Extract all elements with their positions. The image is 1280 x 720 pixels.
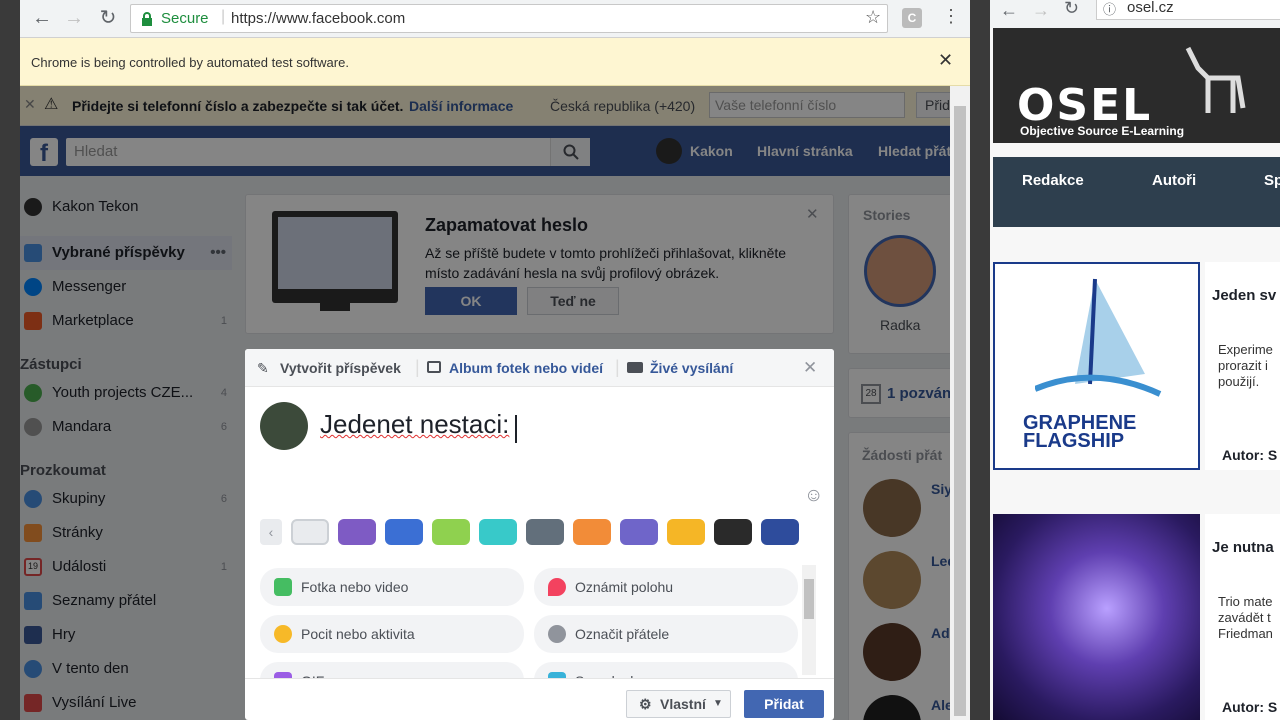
tab-create-post[interactable]: Vytvořit příspěvek bbox=[280, 360, 401, 376]
automation-infobar: Chrome is being controlled by automated … bbox=[20, 38, 970, 86]
post-composer: ✎ Vytvořit příspěvek | Album fotek nebo … bbox=[245, 349, 834, 720]
reload-icon[interactable]: ↻ bbox=[96, 6, 120, 30]
osel-banner: OSEL Objective Source E-Learning bbox=[993, 28, 1280, 143]
extension-icon[interactable]: C bbox=[902, 8, 922, 28]
nav-more[interactable]: Sp bbox=[1264, 172, 1280, 189]
article-card: Jeden sv Experime prorazit i použijí. Au… bbox=[1205, 262, 1280, 470]
close-composer-icon[interactable]: ✕ bbox=[803, 358, 817, 378]
background-swatch[interactable] bbox=[667, 519, 705, 545]
pencil-icon: ✎ bbox=[257, 360, 269, 376]
osel-nav: Redakce Autoři Sp bbox=[993, 157, 1280, 227]
gif-option[interactable]: GIF bbox=[260, 662, 524, 678]
info-icon: ⓘ bbox=[1103, 2, 1117, 17]
background-swatch[interactable] bbox=[761, 519, 799, 545]
avatar bbox=[260, 402, 308, 450]
nav-autori[interactable]: Autoři bbox=[1152, 172, 1196, 189]
address-bar-osel[interactable]: ⓘ osel.cz bbox=[1096, 0, 1280, 20]
emoji-icon[interactable]: ☺ bbox=[804, 485, 823, 507]
chevron-down-icon: ▼ bbox=[713, 698, 723, 709]
reload-icon[interactable]: ↻ bbox=[1064, 0, 1079, 19]
automation-message: Chrome is being controlled by automated … bbox=[31, 55, 349, 70]
graphene-caption: GRAPHENE FLAGSHIP bbox=[1023, 412, 1137, 452]
menu-icon[interactable]: ⋮ bbox=[942, 6, 960, 27]
sticker-option[interactable]: Samolepka bbox=[534, 662, 798, 678]
address-bar[interactable]: Secure | https://www.facebook.com ☆ bbox=[130, 4, 888, 33]
background-swatch[interactable] bbox=[620, 519, 658, 545]
composer-tabs: ✎ Vytvořit příspěvek | Album fotek nebo … bbox=[245, 349, 834, 387]
article-title[interactable]: Je nutna bbox=[1212, 539, 1274, 556]
osel-subtitle: Objective Source E-Learning bbox=[1020, 124, 1185, 138]
article-title[interactable]: Jeden sv bbox=[1212, 287, 1276, 304]
album-icon bbox=[427, 361, 441, 373]
background-swatch[interactable] bbox=[573, 519, 611, 545]
back-icon[interactable]: ← bbox=[1000, 0, 1018, 21]
nav-redakce[interactable]: Redakce bbox=[1022, 172, 1084, 189]
facebook-page: ✕ ⚠ Přidejte si telefonní číslo a zabezp… bbox=[20, 86, 970, 720]
chrome-window-facebook: ← → ↻ Secure | https://www.facebook.com … bbox=[20, 0, 970, 720]
page-scrollbar[interactable] bbox=[950, 86, 970, 720]
chrome-toolbar: ← → ↻ Secure | https://www.facebook.com … bbox=[20, 0, 970, 38]
gear-icon: ⚙ bbox=[639, 696, 652, 712]
donkey-logo-icon bbox=[1185, 46, 1246, 113]
post-text-input[interactable]: Jedenet nestaci: bbox=[320, 409, 800, 445]
article-image[interactable]: GRAPHENE FLAGSHIP bbox=[993, 262, 1200, 470]
options-scrollbar[interactable] bbox=[802, 565, 816, 675]
background-swatch[interactable] bbox=[291, 519, 329, 545]
url-text: osel.cz bbox=[1127, 0, 1174, 16]
article-card: Je nutna Trio mate zavádět t Friedman Au… bbox=[1205, 514, 1280, 720]
osel-page: OSEL Objective Source E-Learning Redakce… bbox=[990, 28, 1280, 720]
tab-photo-album[interactable]: Album fotek nebo videí bbox=[449, 360, 603, 376]
forward-icon[interactable]: → bbox=[1032, 0, 1050, 21]
chrome-window-osel: ← → ↻ ⓘ osel.cz OSEL Objective Source E-… bbox=[990, 0, 1280, 720]
url-text[interactable]: https://www.facebook.com bbox=[231, 10, 405, 27]
forward-icon[interactable]: → bbox=[62, 6, 86, 30]
background-swatch[interactable] bbox=[714, 519, 752, 545]
article-author: Autor: S bbox=[1222, 699, 1278, 715]
star-icon[interactable]: ☆ bbox=[865, 7, 881, 28]
chevron-left-icon[interactable]: ‹ bbox=[260, 519, 282, 545]
article-text: Experime prorazit i použijí. bbox=[1218, 342, 1273, 389]
article-author: Autor: S bbox=[1222, 447, 1278, 463]
background-swatch[interactable] bbox=[385, 519, 423, 545]
background-swatch[interactable] bbox=[338, 519, 376, 545]
separator: | bbox=[221, 8, 226, 25]
article-text: Trio mate zavádět t Friedman bbox=[1218, 594, 1273, 641]
feeling-option[interactable]: Pocit nebo aktivita bbox=[260, 615, 524, 653]
background-swatch[interactable] bbox=[526, 519, 564, 545]
check-in-option[interactable]: Oznámit polohu bbox=[534, 568, 798, 606]
article-image-galaxy[interactable] bbox=[993, 514, 1200, 720]
back-icon[interactable]: ← bbox=[30, 6, 54, 30]
video-camera-icon bbox=[627, 362, 643, 373]
privacy-select[interactable]: ⚙ Vlastní ▼ bbox=[626, 690, 731, 718]
composer-footer: ⚙ Vlastní ▼ Přidat bbox=[245, 678, 834, 720]
post-button[interactable]: Přidat bbox=[744, 690, 824, 718]
photo-video-option[interactable]: Fotka nebo video bbox=[260, 568, 524, 606]
lock-icon bbox=[142, 12, 152, 26]
tag-friends-option[interactable]: Označit přátele bbox=[534, 615, 798, 653]
secure-label: Secure bbox=[161, 10, 209, 27]
sail-logo-icon bbox=[1035, 278, 1162, 397]
tab-live-video[interactable]: Živé vysílání bbox=[650, 360, 733, 376]
background-swatch[interactable] bbox=[479, 519, 517, 545]
background-swatch[interactable] bbox=[432, 519, 470, 545]
close-infobar-icon[interactable]: ✕ bbox=[938, 50, 953, 71]
composer-options: Fotka nebo video Oznámit polohu Pocit ne… bbox=[245, 562, 834, 678]
chrome-toolbar-osel: ← → ↻ ⓘ osel.cz bbox=[990, 0, 1280, 28]
